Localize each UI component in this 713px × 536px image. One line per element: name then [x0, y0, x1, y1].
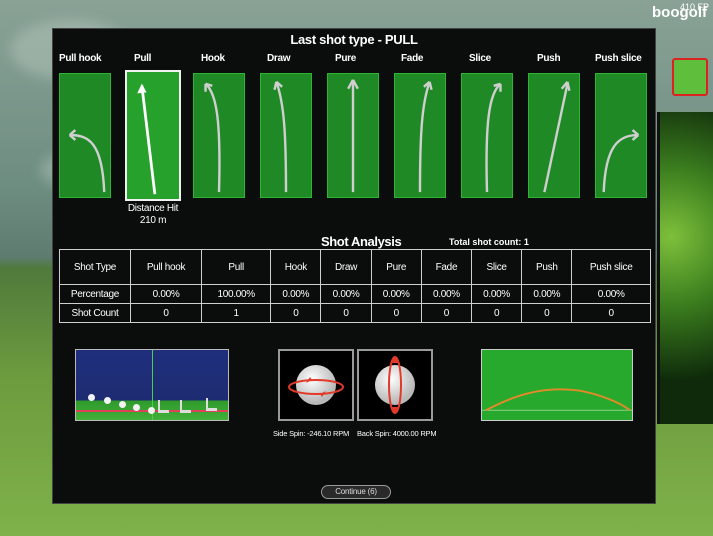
ball-frame [148, 407, 155, 414]
distance-label: Distance Hit [127, 203, 179, 214]
table-header-row: Shot Type Pull hook Pull Hook Draw Pure … [59, 249, 651, 285]
shot-label-hook: Hook [201, 53, 225, 64]
table-cell: 0.00% [370, 284, 422, 304]
table-cell: 0 [420, 303, 473, 323]
shot-card-slice[interactable] [461, 73, 513, 198]
table-cell: Percentage [59, 284, 131, 304]
shot-label-pull: Pull [134, 53, 152, 64]
table-header-cell: Fade [420, 249, 473, 285]
distance-value: 210 m [139, 215, 167, 226]
table-cell: 0.00% [320, 284, 372, 304]
table-cell: 0.00% [571, 284, 651, 304]
dialog-title: Last shot type - PULL [290, 32, 418, 47]
shot-summary-dialog: Last shot type - PULL Pull hook Pull Hoo… [52, 28, 656, 504]
swing-replay-panel [75, 349, 229, 421]
club-head-icon [158, 400, 169, 413]
table-header-cell: Pull hook [129, 249, 203, 285]
table-header-cell: Draw [320, 249, 372, 285]
table-header-cell: Pull [201, 249, 272, 285]
back-spin-panel [357, 349, 433, 421]
green-preview-panel [657, 112, 713, 424]
table-header-cell: Push slice [571, 249, 651, 285]
shot-analysis-title: Shot Analysis [321, 234, 402, 249]
back-spin-label: Back Spin: 4000.00 RPM [357, 429, 437, 438]
table-header-cell: Hook [270, 249, 322, 285]
table-cell: 0 [521, 303, 573, 323]
shot-card-push[interactable] [528, 73, 580, 198]
shot-label-push-slice: Push slice [595, 53, 642, 64]
table-row-percentage: Percentage 0.00% 100.00% 0.00% 0.00% 0.0… [59, 284, 651, 304]
distance-hit: Distance Hit 210 m [113, 203, 193, 227]
shot-label-push: Push [537, 53, 561, 64]
table-header-cell: Pure [370, 249, 422, 285]
shot-card-fade[interactable] [394, 73, 446, 198]
table-header-cell: Push [521, 249, 573, 285]
shot-label-pull-hook: Pull hook [59, 53, 102, 64]
table-cell: 0 [470, 303, 523, 323]
table-cell: 0.00% [129, 284, 203, 304]
ball-frame [88, 394, 95, 401]
table-header-cell: Shot Type [59, 249, 131, 285]
table-cell: 0 [320, 303, 372, 323]
shot-card-pull[interactable] [125, 70, 181, 201]
ball-flight-panel [481, 349, 633, 421]
club-head-icon [180, 400, 191, 413]
shot-label-pure: Pure [335, 53, 357, 64]
table-cell: 0.00% [470, 284, 523, 304]
side-spin-panel [278, 349, 354, 421]
shot-analysis-table: Shot Type Pull hook Pull Hook Draw Pure … [59, 249, 651, 323]
table-header-cell: Slice [470, 249, 523, 285]
side-spin-ball-icon [288, 365, 344, 405]
table-cell: 0 [370, 303, 422, 323]
table-cell: 0 [571, 303, 651, 323]
table-cell: 100.00% [201, 284, 272, 304]
target-view-button[interactable] [672, 58, 708, 96]
table-row-shot-count: Shot Count 0 1 0 0 0 0 0 0 0 [59, 303, 651, 323]
table-cell: 0.00% [270, 284, 322, 304]
ball-frame [104, 397, 111, 404]
shot-card-pure[interactable] [327, 73, 379, 198]
total-shot-count: Total shot count: 1 [449, 237, 529, 247]
club-head-icon [206, 398, 217, 411]
app-logo: boogolf [652, 4, 707, 21]
table-cell: 1 [201, 303, 272, 323]
continue-button[interactable]: Continue (6) [321, 485, 391, 499]
table-cell: 0 [129, 303, 203, 323]
table-cell: Shot Count [59, 303, 131, 323]
table-cell: 0 [270, 303, 322, 323]
ball-frame [133, 404, 140, 411]
shot-label-fade: Fade [401, 53, 424, 64]
shot-card-hook[interactable] [193, 73, 245, 198]
shot-card-draw[interactable] [260, 73, 312, 198]
shot-label-slice: Slice [469, 53, 491, 64]
flight-path-graph [482, 388, 632, 412]
shot-card-push-slice[interactable] [595, 73, 647, 198]
shot-label-draw: Draw [267, 53, 291, 64]
table-cell: 0.00% [521, 284, 573, 304]
table-cell: 0.00% [420, 284, 473, 304]
side-spin-label: Side Spin: -246.10 RPM [273, 429, 350, 438]
ball-frame [119, 401, 126, 408]
shot-card-pull-hook[interactable] [59, 73, 111, 198]
back-spin-ball-icon [375, 356, 415, 414]
